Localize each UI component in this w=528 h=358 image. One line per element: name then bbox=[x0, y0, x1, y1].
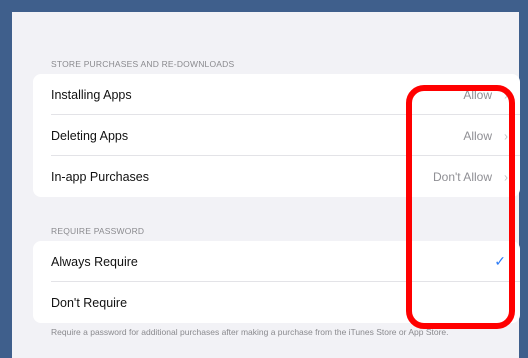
in-app-purchases-label: In-app Purchases bbox=[51, 169, 149, 184]
installing-apps-label: Installing Apps bbox=[51, 87, 132, 102]
require-password-footer: Require a password for additional purcha… bbox=[51, 327, 449, 337]
dont-require-label: Don't Require bbox=[51, 295, 128, 310]
deleting-apps-label: Deleting Apps bbox=[51, 128, 129, 143]
red-highlight-annotation bbox=[406, 85, 515, 329]
section-header-store-purchases: STORE PURCHASES AND RE-DOWNLOADS bbox=[51, 59, 235, 69]
section-header-require-password: REQUIRE PASSWORD bbox=[51, 226, 145, 236]
always-require-label: Always Require bbox=[51, 254, 138, 269]
